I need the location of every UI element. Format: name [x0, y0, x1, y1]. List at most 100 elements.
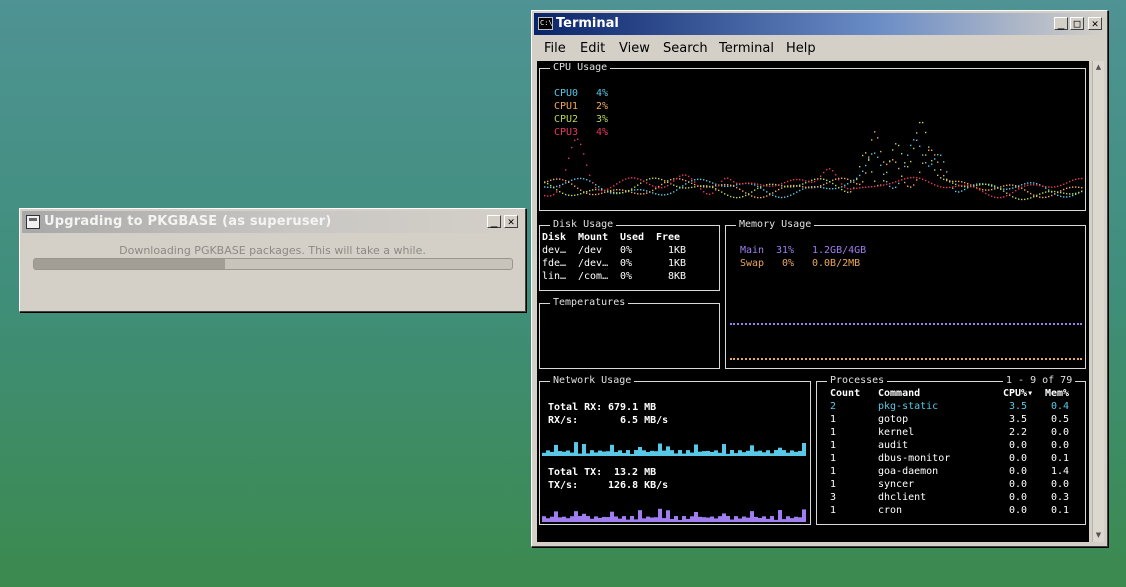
dialog-close-button[interactable]: ✕ [504, 215, 518, 228]
rxgraph-bar [722, 444, 726, 456]
proc-header-cpu[interactable]: CPU%▾ [1003, 388, 1033, 400]
cpu-graph-dot [1048, 189, 1050, 191]
terminal-titlebar[interactable]: C:\ Terminal _ □ ✕ [534, 13, 1105, 35]
process-row-7-command[interactable]: syncer [878, 479, 914, 491]
process-row-6-mem[interactable]: 1.4 [1051, 466, 1069, 478]
process-row-7-count[interactable]: 1 [830, 479, 836, 491]
process-row-9-command[interactable]: cron [878, 505, 902, 517]
process-row-4-count[interactable]: 1 [830, 440, 836, 452]
cpu-graph-dot [904, 165, 906, 168]
terminal-icon: C:\ [538, 17, 553, 30]
process-row-1-mem[interactable]: 0.4 [1051, 401, 1069, 413]
process-row-8-cpu[interactable]: 0.0 [1009, 492, 1027, 504]
process-row-3-mem[interactable]: 0.0 [1051, 427, 1069, 439]
cpu-graph-dot [838, 186, 840, 189]
process-row-1-cpu[interactable]: 3.5 [1009, 401, 1027, 413]
menu-terminal[interactable]: Terminal [719, 41, 774, 56]
txgraph-bar [690, 516, 694, 522]
cpu-graph-dot [1060, 191, 1062, 194]
process-row-9-count[interactable]: 1 [830, 505, 836, 517]
cpu-graph-dot [721, 191, 723, 193]
txgraph-bar [790, 518, 794, 522]
rxgraph-bar [602, 451, 606, 456]
cpu-graph-dot [934, 158, 936, 160]
terminal-maximize-button[interactable]: □ [1070, 17, 1084, 30]
menu-file[interactable]: File [544, 41, 566, 56]
process-row-4-command[interactable]: audit [878, 440, 908, 452]
process-row-1-count[interactable]: 2 [830, 401, 836, 413]
cpu-graph-dot [928, 165, 930, 167]
process-row-2-mem[interactable]: 0.5 [1051, 414, 1069, 426]
cpu-graph-dot [844, 190, 846, 192]
cpu-graph-dot [634, 186, 636, 188]
cpu-graph-dot [754, 189, 756, 191]
cpu-graph-dot [550, 179, 552, 181]
cpu-graph-dot [826, 179, 828, 181]
process-row-9-cpu[interactable]: 0.0 [1009, 505, 1027, 517]
process-row-3-cpu[interactable]: 2.2 [1009, 427, 1027, 439]
process-row-2-count[interactable]: 1 [830, 414, 836, 426]
process-row-6-command[interactable]: goa-daemon [878, 466, 938, 478]
cpu-graph-dot [985, 183, 987, 185]
process-row-5-cpu[interactable]: 0.0 [1009, 453, 1027, 465]
cpu-graph-dot [964, 188, 966, 191]
menu-help[interactable]: Help [786, 41, 816, 56]
cpu-graph-dot [724, 183, 726, 186]
process-row-8-command[interactable]: dhclient [878, 492, 926, 504]
process-row-6-cpu[interactable]: 0.0 [1009, 466, 1027, 478]
rxgraph-bar [666, 446, 670, 456]
terminal-close-button[interactable]: ✕ [1088, 17, 1102, 30]
cpu-graph-dot [724, 185, 726, 187]
process-row-5-count[interactable]: 1 [830, 453, 836, 465]
disk-row-3-mount: /com… [578, 271, 609, 282]
cpu-graph-dot [727, 177, 729, 179]
menu-view[interactable]: View [619, 41, 650, 56]
cpu-graph-dot [736, 196, 738, 199]
process-row-4-cpu[interactable]: 0.0 [1009, 440, 1027, 452]
cpu-graph-dot [559, 186, 561, 188]
process-row-4-mem[interactable]: 0.0 [1051, 440, 1069, 452]
cpu-graph-dot [694, 179, 696, 181]
scroll-up-icon[interactable]: ▲ [1094, 63, 1103, 72]
terminal-screen[interactable]: CPU Usage CPU0 4% CPU1 2% CPU2 3% CPU3 4… [537, 61, 1089, 542]
txgraph-bar [674, 516, 678, 522]
menu-edit[interactable]: Edit [580, 41, 605, 56]
process-row-8-mem[interactable]: 0.3 [1051, 492, 1069, 504]
process-row-1-command[interactable]: pkg-static [878, 401, 938, 413]
process-row-2-command[interactable]: gotop [878, 414, 908, 426]
cpu-graph-dot [832, 188, 834, 190]
cpu-graph-dot [583, 191, 585, 194]
process-row-9-mem[interactable]: 0.1 [1051, 505, 1069, 517]
terminal-minimize-button[interactable]: _ [1054, 17, 1068, 30]
cpu-graph-dot [796, 178, 798, 181]
cpu-graph-dot [931, 163, 933, 165]
dialog-minimize-button[interactable]: _ [487, 215, 501, 228]
cpu-graph-dot [1009, 184, 1011, 186]
process-row-3-count[interactable]: 1 [830, 427, 836, 439]
cpu-graph-dot [727, 194, 729, 197]
cpu-graph-dot [715, 183, 717, 185]
process-row-7-cpu[interactable]: 0.0 [1009, 479, 1027, 491]
txgraph-bar [602, 516, 606, 522]
process-row-5-mem[interactable]: 0.1 [1051, 453, 1069, 465]
proc-header-command[interactable]: Command [878, 388, 920, 400]
cpu-graph-dot [805, 180, 807, 182]
cpu-graph-dot [643, 189, 645, 191]
cpu-graph-dot [958, 180, 960, 183]
process-row-8-count[interactable]: 3 [830, 492, 836, 504]
scroll-down-icon[interactable]: ▼ [1094, 531, 1103, 540]
process-row-3-command[interactable]: kernel [878, 427, 914, 439]
cpu-graph-dot [589, 193, 591, 195]
cpu-graph-dot [643, 180, 645, 183]
dialog-titlebar[interactable]: Upgrading to PKGBASE (as superuser) _ ✕ [22, 211, 523, 233]
terminal-scrollbar[interactable]: ▲ ▼ [1092, 61, 1104, 542]
process-row-2-cpu[interactable]: 3.5 [1009, 414, 1027, 426]
process-row-6-count[interactable]: 1 [830, 466, 836, 478]
menu-search[interactable]: Search [663, 41, 708, 56]
cpu-graph-dot [1069, 180, 1071, 183]
proc-header-mem[interactable]: Mem% [1045, 388, 1069, 400]
rxgraph-bar [798, 450, 802, 456]
process-row-7-mem[interactable]: 0.0 [1051, 479, 1069, 491]
rxgraph-bar [734, 453, 738, 456]
process-row-5-command[interactable]: dbus-monitor [878, 453, 950, 465]
